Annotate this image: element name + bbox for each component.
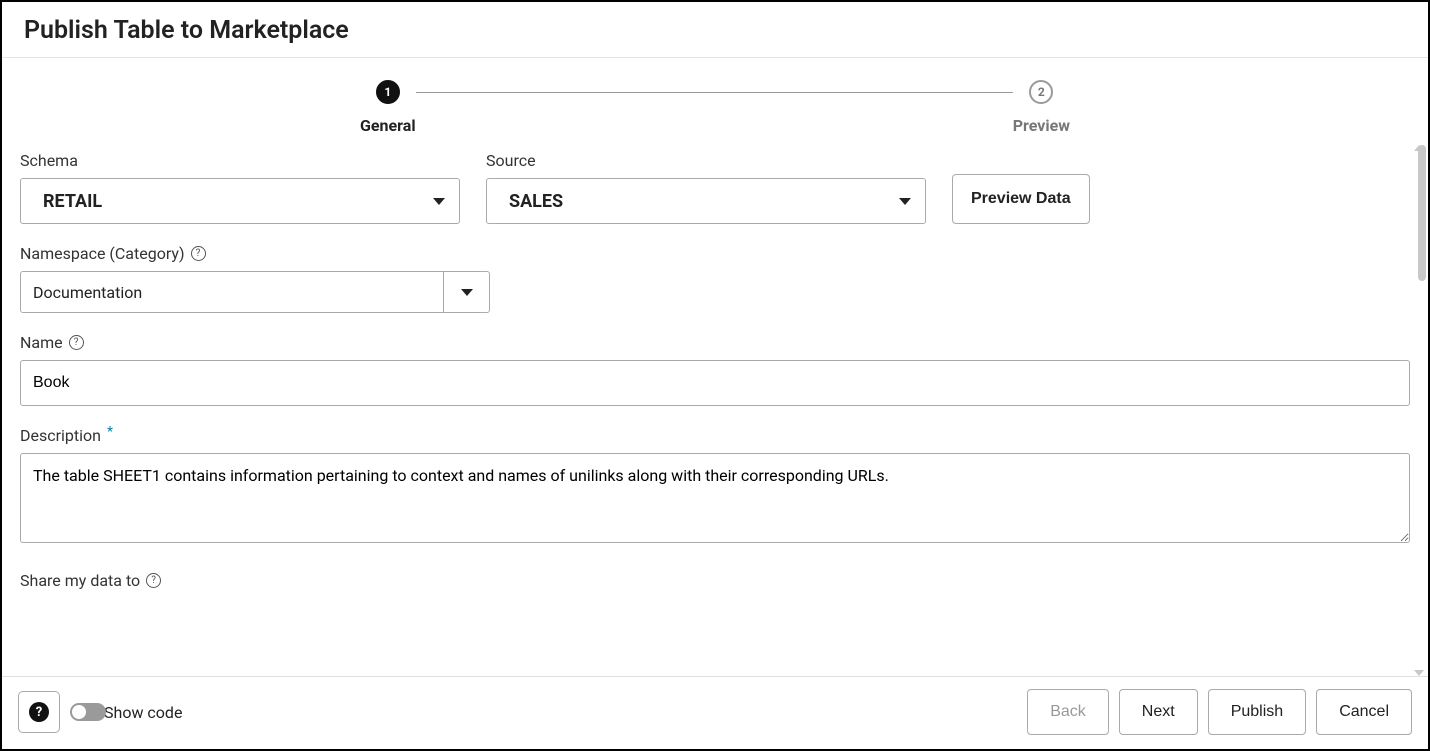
namespace-label: Namespace (Category) xyxy=(20,244,185,263)
toggle-track xyxy=(70,703,106,721)
page-title: Publish Table to Marketplace xyxy=(24,16,1406,45)
step-preview[interactable]: 2 Preview xyxy=(1013,80,1070,135)
form-body: Schema RETAIL Source SALES Preview Data … xyxy=(2,145,1428,676)
dialog-header: Publish Table to Marketplace xyxy=(2,2,1428,58)
source-label: Source xyxy=(486,151,536,170)
scroll-down-arrow-icon xyxy=(1414,670,1424,676)
back-button[interactable]: Back xyxy=(1027,689,1109,735)
step-number-2: 2 xyxy=(1029,80,1053,104)
schema-label: Schema xyxy=(20,151,78,170)
show-code-label: Show code xyxy=(104,703,182,722)
name-label: Name xyxy=(20,333,63,352)
chevron-down-icon xyxy=(461,289,473,296)
step-label-preview: Preview xyxy=(1013,116,1070,135)
source-select[interactable]: SALES xyxy=(486,178,926,224)
description-label: Description xyxy=(20,426,101,445)
help-icon[interactable]: ? xyxy=(191,246,206,261)
cancel-button[interactable]: Cancel xyxy=(1316,689,1412,735)
schema-field: Schema RETAIL xyxy=(20,151,460,224)
chevron-down-icon xyxy=(899,198,911,205)
dialog-footer: ? Show code Back Next Publish Cancel xyxy=(2,676,1428,749)
publish-button[interactable]: Publish xyxy=(1208,689,1306,735)
step-number-1: 1 xyxy=(376,80,400,104)
help-icon[interactable]: ? xyxy=(146,573,161,588)
step-connector xyxy=(416,92,1013,93)
wizard-stepper: 1 General 2 Preview xyxy=(2,58,1428,145)
name-field: Name ? xyxy=(20,333,1410,406)
step-general[interactable]: 1 General xyxy=(360,80,416,135)
description-textarea[interactable] xyxy=(20,453,1410,543)
step-label-general: General xyxy=(360,116,416,135)
show-code-toggle[interactable]: Show code xyxy=(70,703,182,722)
schema-value: RETAIL xyxy=(43,191,102,212)
chevron-down-icon xyxy=(433,198,445,205)
required-indicator: * xyxy=(107,424,113,440)
share-label: Share my data to xyxy=(20,571,140,590)
share-field: Share my data to ? xyxy=(20,571,1410,592)
scrollbar-thumb[interactable] xyxy=(1418,145,1426,281)
namespace-value: Documentation xyxy=(33,283,142,302)
question-mark-icon: ? xyxy=(29,702,49,722)
source-field: Source SALES xyxy=(486,151,926,224)
namespace-select[interactable]: Documentation xyxy=(20,271,490,313)
preview-data-button[interactable]: Preview Data xyxy=(952,174,1090,224)
namespace-field: Namespace (Category) ? Documentation xyxy=(20,244,490,313)
help-button[interactable]: ? xyxy=(18,691,60,733)
source-value: SALES xyxy=(509,191,563,212)
toggle-knob xyxy=(72,705,86,719)
next-button[interactable]: Next xyxy=(1119,689,1198,735)
schema-select[interactable]: RETAIL xyxy=(20,178,460,224)
description-field: Description * xyxy=(20,426,1410,543)
help-icon[interactable]: ? xyxy=(69,335,84,350)
name-input[interactable] xyxy=(20,360,1410,406)
